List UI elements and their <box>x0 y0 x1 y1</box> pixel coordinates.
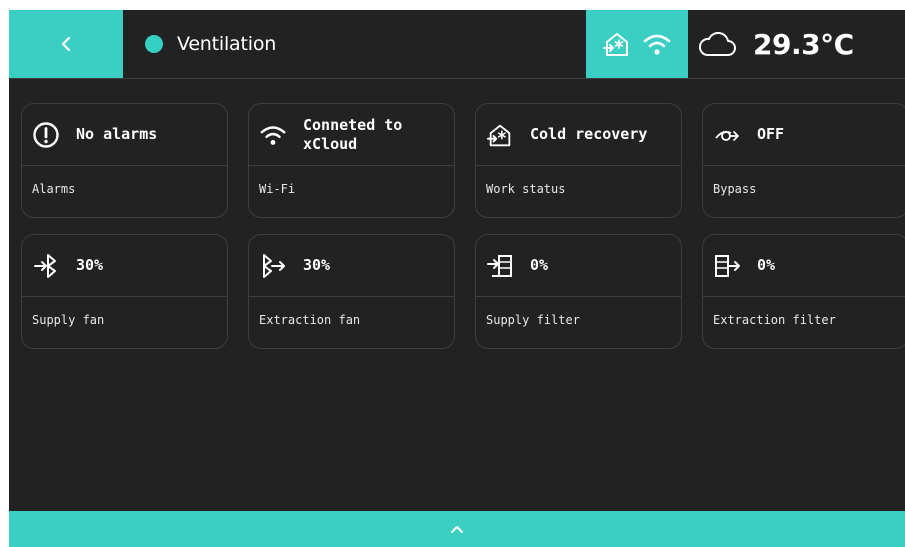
extraction-fan-value: 30% <box>303 256 331 274</box>
work-status-card[interactable]: Cold recovery Work status <box>475 103 682 218</box>
wifi-icon <box>259 121 287 149</box>
bypass-card[interactable]: OFF Bypass <box>702 103 905 218</box>
supply-filter-icon <box>486 252 514 280</box>
supply-filter-label: Supply filter <box>486 313 580 327</box>
supply-filter-value: 0% <box>530 256 549 274</box>
work-status-value: Cold recovery <box>530 125 648 143</box>
page-title: Ventilation <box>177 33 277 55</box>
wifi-card[interactable]: Conneted to xCloud Wi-Fi <box>248 103 455 218</box>
extraction-fan-icon <box>259 252 287 280</box>
bypass-label: Bypass <box>713 182 757 196</box>
supply-fan-value: 30% <box>76 256 104 274</box>
expand-panel-button[interactable] <box>9 511 905 547</box>
supply-filter-card[interactable]: 0% Supply filter <box>475 234 682 349</box>
card-header: Conneted to xCloud <box>249 104 454 166</box>
connection-status[interactable] <box>586 10 688 78</box>
card-header: 0% <box>476 235 681 297</box>
chevron-up-icon <box>451 526 463 533</box>
work-status-label: Work status <box>486 182 566 196</box>
house-snowflake-icon <box>486 121 514 149</box>
supply-fan-label: Supply fan <box>32 313 105 327</box>
wifi-value: Conneted to xCloud <box>303 116 402 154</box>
extraction-fan-card[interactable]: 30% Extraction fan <box>248 234 455 349</box>
extraction-filter-value: 0% <box>757 256 776 274</box>
card-header: Cold recovery <box>476 104 681 166</box>
top-bar: Ventilation 29.3°C <box>9 10 905 79</box>
card-header: No alarms <box>22 104 227 166</box>
status-dot <box>145 35 163 53</box>
wifi-label: Wi-Fi <box>259 182 296 196</box>
extraction-filter-card[interactable]: 0% Extraction filter <box>702 234 905 349</box>
wifi-value-line1: Conneted to <box>303 115 403 134</box>
back-button[interactable] <box>9 10 123 78</box>
alert-circle-icon <box>32 121 60 149</box>
alarms-value: No alarms <box>76 125 158 143</box>
title-area: Ventilation <box>145 10 276 78</box>
extraction-filter-icon <box>713 252 741 280</box>
weather-display: 29.3°C <box>695 10 854 78</box>
cloud-icon <box>698 31 736 56</box>
extraction-filter-label: Extraction filter <box>713 313 836 327</box>
alarms-label: Alarms <box>32 182 76 196</box>
bypass-value: OFF <box>757 125 785 143</box>
card-header: 30% <box>22 235 227 297</box>
ventilation-screen: Ventilation 29.3°C No alarms Alarms Conn… <box>9 10 905 547</box>
card-header: OFF <box>703 104 905 166</box>
alarms-card[interactable]: No alarms Alarms <box>21 103 228 218</box>
wifi-icon <box>643 34 671 55</box>
supply-fan-icon <box>32 252 60 280</box>
bypass-icon <box>713 121 741 149</box>
chevron-left-icon <box>61 36 71 52</box>
temperature-value: 29.3°C <box>753 27 854 61</box>
wifi-value-line2: xCloud <box>303 134 358 153</box>
extraction-fan-label: Extraction fan <box>259 313 361 327</box>
card-header: 30% <box>249 235 454 297</box>
house-snowflake-icon <box>603 33 628 56</box>
card-header: 0% <box>703 235 905 297</box>
supply-fan-card[interactable]: 30% Supply fan <box>21 234 228 349</box>
